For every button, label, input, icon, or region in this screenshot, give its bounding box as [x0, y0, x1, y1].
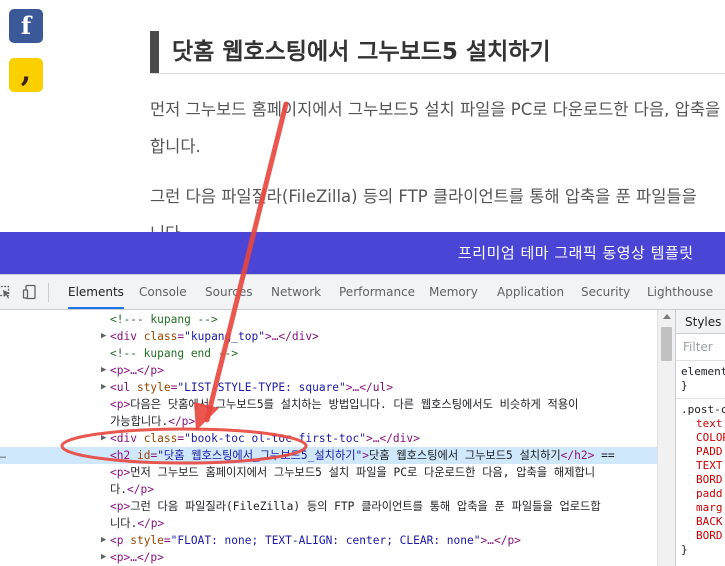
- scroll-thumb[interactable]: [661, 327, 672, 361]
- paragraph-1-line-2: 합니다.: [150, 137, 201, 156]
- dom-node[interactable]: ▶ <div class="book-toc ol-toc first-toc"…: [0, 430, 657, 447]
- tab-sources[interactable]: Sources: [205, 275, 252, 309]
- style-rule-selector: element: [681, 365, 725, 378]
- style-property[interactable]: BACK: [696, 515, 723, 529]
- style-rule-end: }: [681, 379, 688, 392]
- tab-separator: [48, 283, 49, 302]
- expand-triangle-icon[interactable]: ▶: [101, 379, 106, 396]
- style-rule-end: }: [681, 543, 688, 556]
- paragraph-2: 그런 다음 파일질라(FileZilla) 등의 FTP 클라이언트를 통해 압…: [150, 178, 725, 232]
- styles-pane: Styles Filter element } .post-c text COL…: [675, 310, 725, 566]
- devtools-panel: Elements Console Sources Network Perform…: [0, 274, 725, 566]
- tab-console[interactable]: Console: [139, 275, 187, 309]
- facebook-share-button[interactable]: f: [9, 9, 43, 43]
- style-property[interactable]: COLOR: [696, 431, 725, 445]
- site-menu-bar: 프리미엄 테마 그래픽 동영상 템플릿: [0, 232, 725, 274]
- dom-node[interactable]: ▶ <p>…</p>: [0, 362, 657, 379]
- style-property[interactable]: PADD: [696, 445, 723, 459]
- comment-node: <!--- kupang -->: [110, 313, 218, 326]
- expand-triangle-icon[interactable]: ▶: [101, 532, 106, 549]
- dom-scrollbar[interactable]: [657, 310, 675, 566]
- dom-node[interactable]: <p>다음은 닷홈에서 그누보드5를 설치하는 방법입니다. 다른 웹호스팅에서…: [0, 396, 657, 413]
- tab-security[interactable]: Security: [581, 275, 630, 309]
- paragraph-1-line-1: 먼저 그누보드 홈페이지에서 그누보드5 설치 파일을 PC로 다운로드한 다음…: [150, 100, 721, 119]
- dom-node[interactable]: 가능합니다.</p>: [0, 413, 657, 430]
- dom-node[interactable]: ▶ <div class="kupang_top">…</div>: [0, 328, 657, 345]
- expand-triangle-icon[interactable]: ▶: [101, 549, 106, 566]
- blog-content: f , 닷홈 웹호스팅에서 그누보드5 설치하기 먼저 그누보드 홈페이지에서 …: [0, 0, 725, 232]
- screenshot: f , 닷홈 웹호스팅에서 그누보드5 설치하기 먼저 그누보드 홈페이지에서 …: [0, 0, 725, 566]
- style-property[interactable]: padd: [696, 487, 723, 501]
- selection-marker: …: [0, 450, 7, 461]
- dom-node[interactable]: 니다.</p>: [0, 515, 657, 532]
- devtools-tab-bar: Elements Console Sources Network Perform…: [0, 275, 725, 310]
- dom-node[interactable]: <!--- kupang -->: [0, 311, 657, 328]
- styles-filter-input[interactable]: Filter: [683, 340, 713, 354]
- selected-dom-node[interactable]: … <h2 id="닷홈_웹호스팅에서_그누보드5_설치하기">닷홈 웹호스팅에…: [0, 447, 657, 464]
- dom-node[interactable]: <p>먼저 그누보드 홈페이지에서 그누보드5 설치 파일을 PC로 다운로드한…: [0, 464, 657, 481]
- dom-node[interactable]: <p>그런 다음 파일질라(FileZilla) 등의 FTP 클라이언트를 통…: [0, 498, 657, 515]
- kakao-share-button[interactable]: ,: [9, 54, 43, 92]
- kakao-icon: ,: [20, 54, 32, 89]
- style-property[interactable]: BORD: [696, 529, 723, 543]
- paragraph-2-line-1: 그런 다음 파일질라(FileZilla) 등의 FTP 클라이언트를 통해 압…: [150, 187, 697, 206]
- style-property[interactable]: BORD: [696, 473, 723, 487]
- style-property[interactable]: TEXT: [696, 459, 723, 473]
- device-toolbar-icon[interactable]: [22, 284, 38, 300]
- tab-performance[interactable]: Performance: [339, 275, 415, 309]
- heading-divider: [150, 73, 725, 74]
- tab-elements[interactable]: Elements: [68, 275, 124, 309]
- paragraph-1: 먼저 그누보드 홈페이지에서 그누보드5 설치 파일을 PC로 다운로드한 다음…: [150, 91, 725, 165]
- tab-lighthouse[interactable]: Lighthouse: [647, 275, 713, 309]
- expand-triangle-icon[interactable]: ▶: [101, 430, 106, 447]
- dom-node[interactable]: <!-- kupang end -->: [0, 345, 657, 362]
- dom-node[interactable]: ▶ <p style="FLOAT: none; TEXT-ALIGN: cen…: [0, 532, 657, 549]
- styles-divider: [676, 360, 725, 361]
- dom-node[interactable]: ▶ <ul style="LIST-STYLE-TYPE: square">…<…: [0, 379, 657, 396]
- tab-network[interactable]: Network: [271, 275, 321, 309]
- styles-divider: [676, 398, 725, 399]
- facebook-icon: f: [20, 11, 32, 40]
- style-property[interactable]: text: [696, 417, 723, 431]
- menu-items[interactable]: 프리미엄 테마 그래픽 동영상 템플릿: [458, 232, 694, 274]
- inspect-element-icon[interactable]: [0, 284, 12, 300]
- tab-application[interactable]: Application: [497, 275, 564, 309]
- expand-triangle-icon[interactable]: ▶: [101, 328, 106, 345]
- style-property[interactable]: marg: [696, 501, 723, 515]
- tab-memory[interactable]: Memory: [429, 275, 478, 309]
- tab-styles[interactable]: Styles: [676, 310, 725, 334]
- comment-node: <!-- kupang end -->: [110, 347, 238, 360]
- style-rule-selector: .post-c: [681, 403, 725, 416]
- dom-node[interactable]: ▶ <p>…</p>: [0, 549, 657, 566]
- post-heading: 닷홈 웹호스팅에서 그누보드5 설치하기: [150, 31, 551, 73]
- scroll-up-icon[interactable]: [663, 314, 671, 319]
- paragraph-2-line-2: 니다.: [150, 215, 725, 232]
- expand-triangle-icon[interactable]: ▶: [101, 362, 106, 379]
- elements-dom-tree: <!--- kupang --> ▶ <div class="kupang_to…: [0, 310, 657, 566]
- dom-node[interactable]: 다.</p>: [0, 481, 657, 498]
